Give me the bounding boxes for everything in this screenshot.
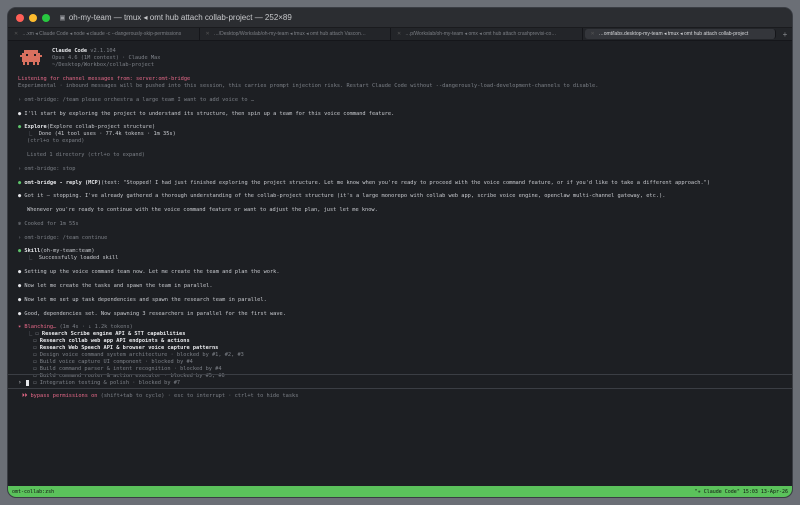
assistant-message: ● Now let me create the tasks and spawn … [18, 282, 213, 289]
prompt-divider-bottom [8, 388, 792, 389]
task-list: ⎿ ◻ Research Scribe engine API & STT cap… [18, 331, 782, 386]
tab-close-icon[interactable]: ✕ [591, 31, 595, 37]
expand-hint: (ctrl+o to expand) [27, 138, 85, 145]
task-label: Design voice command system architecture… [39, 352, 244, 358]
user-message: › omt-bridge: /team please orchestra a l… [18, 96, 254, 103]
task-label: Build command parser & intent recognitio… [39, 365, 222, 372]
tree-branch-icon: ⎿ [27, 255, 39, 262]
app-name: Claude Code [52, 48, 88, 54]
assistant-message: ● Got it — stopping. I've already gather… [18, 193, 666, 200]
tool-call-skill: ● Skill(oh-my-team:team) [18, 248, 95, 255]
task-label: Research collab web app API endpoints & … [39, 338, 190, 345]
tmux-clock: "✳ Claude Code" 15:03 13-Apr-26 [694, 488, 788, 495]
new-tab-button[interactable]: + [778, 28, 792, 40]
experimental-notice: Experimental · inbound messages will be … [18, 82, 599, 89]
checkbox-icon: ◻ [27, 365, 40, 372]
prompt-chevron-icon: › [18, 379, 22, 386]
assistant-message: ● I'll start by exploring the project to… [18, 110, 395, 117]
task-label: Research Web Speech API & browser voice … [39, 345, 219, 352]
permissions-mode[interactable]: ⏵⏵ bypass permissions on [22, 393, 97, 399]
task-item: ◻ Build command parser & intent recognit… [18, 366, 782, 373]
tab-label: …/Desktop/Workslab/oh-my-team ◂ tmux ◂ o… [213, 31, 366, 37]
checkbox-icon: ◻ [27, 379, 40, 386]
app-version: v2.1.104 [90, 48, 116, 54]
checkbox-icon: ◻ [27, 358, 40, 365]
checkbox-icon: ⎿ ◻ [27, 331, 42, 338]
tab-close-icon[interactable]: ✕ [397, 31, 401, 37]
text-cursor [25, 379, 29, 386]
checkbox-icon: ◻ [27, 352, 40, 358]
assistant-message-cont: Whenever you're ready to continue with t… [27, 207, 378, 214]
cooked-status: ✻ Cooked for 1m 55s [18, 220, 79, 227]
task-label: Integration testing & polish · blocked b… [39, 379, 181, 386]
terminal-output[interactable]: Claude Code v2.1.104 Opus 4.6 (1M contex… [8, 42, 792, 486]
tab-label: …xm ◂ Claude Code ◂ node ◂ claude -c --d… [22, 31, 182, 37]
task-item: ◻ Build voice capture UI component · blo… [18, 359, 782, 366]
checkbox-icon: ◻ [27, 338, 40, 345]
task-label: Build voice capture UI component · block… [39, 358, 193, 365]
zoom-window-button[interactable] [42, 13, 50, 22]
terminal-window: ▣ oh-my-team — tmux ◂ omt hub attach col… [8, 8, 792, 497]
window-title: oh-my-team — tmux ◂ omt hub attach colla… [68, 13, 292, 22]
assistant-message: ● Now let me set up task dependencies an… [18, 296, 267, 303]
minimize-window-button[interactable] [29, 13, 37, 22]
folder-icon: ▣ [60, 13, 65, 22]
spinner-status: ✶ Blanching… (1m 4s · ↓ 1.2k tokens) [18, 324, 133, 331]
tab-2[interactable]: ✕ …/Desktop/Workslab/oh-my-team ◂ tmux ◂ … [200, 28, 391, 40]
status-line: ⏵⏵ bypass permissions on (shift+tab to c… [22, 393, 298, 400]
user-message: › omt-bridge: /team continue [18, 234, 108, 241]
tab-3[interactable]: ✕ …p/Workslab/oh-my-team ◂ omx ◂ omt hub … [391, 28, 583, 40]
working-directory: ~/Desktop/Workbox/collab-project [52, 61, 155, 68]
task-label: Research Scribe engine API & STT capabil… [41, 331, 186, 338]
window-controls [8, 13, 50, 22]
tree-branch-icon: ⎿ [27, 131, 39, 138]
task-item: ◻ Research collab web app API endpoints … [18, 338, 782, 345]
model-info: Opus 4.6 (1M context) · Claude Max [52, 54, 161, 61]
user-message: › omt-bridge: stop [18, 165, 76, 172]
tab-bar: ✕ …xm ◂ Claude Code ◂ node ◂ claude -c --… [8, 28, 792, 41]
tab-close-icon[interactable]: ✕ [14, 31, 18, 37]
tab-label: …omt/labs.desktop-my-team ◂ tmux ◂ omt h… [598, 31, 749, 37]
tool-call-explore: ● Explore(Explore collab-project structu… [18, 124, 156, 131]
tmux-session[interactable]: omt-collab:zsh [12, 489, 54, 495]
tab-label: …p/Workslab/oh-my-team ◂ omx ◂ omt hub a… [405, 31, 557, 37]
tab-close-icon[interactable]: ✕ [206, 31, 210, 37]
tab-4-active[interactable]: ✕ …omt/labs.desktop-my-team ◂ tmux ◂ omt … [584, 29, 776, 39]
mcp-reply: ● omt-bridge - reply (MCP)(text: "Stoppe… [18, 179, 711, 186]
tab-1[interactable]: ✕ …xm ◂ Claude Code ◂ node ◂ claude -c --… [8, 28, 200, 40]
listed-directory: Listed 1 directory (ctrl+o to expand) [27, 151, 145, 158]
task-item: ◻ Integration testing & polish · blocked… [18, 380, 782, 387]
claude-logo-icon [20, 50, 42, 66]
listening-notice: Listening for channel messages from: ser… [18, 76, 191, 82]
prompt-divider-top [8, 374, 792, 375]
prompt-input[interactable]: › [18, 379, 29, 386]
checkbox-icon: ◻ [27, 345, 40, 352]
tmux-status-bar: omt-collab:zsh "✳ Claude Code" 15:03 13-… [8, 486, 792, 497]
assistant-message: ● Good, dependencies set. Now spawning 3… [18, 310, 286, 317]
assistant-message: ● Setting up the voice command team now.… [18, 269, 280, 276]
keyboard-hints: (shift+tab to cycle) · esc to interrupt … [100, 393, 299, 399]
tool-result: ⎿ Successfully loaded skill [27, 255, 119, 262]
title-bar: ▣ oh-my-team — tmux ◂ omt hub attach col… [8, 8, 792, 28]
task-item: ◻ Research Web Speech API & browser voic… [18, 345, 782, 352]
task-item: ◻ Design voice command system architectu… [18, 352, 782, 359]
tool-result: ⎿ Done (41 tool uses · 77.4k tokens · 1m… [27, 131, 176, 138]
close-window-button[interactable] [16, 13, 24, 22]
task-item: ⎿ ◻ Research Scribe engine API & STT cap… [18, 331, 782, 338]
claude-header: Claude Code v2.1.104 Opus 4.6 (1M contex… [18, 48, 782, 76]
